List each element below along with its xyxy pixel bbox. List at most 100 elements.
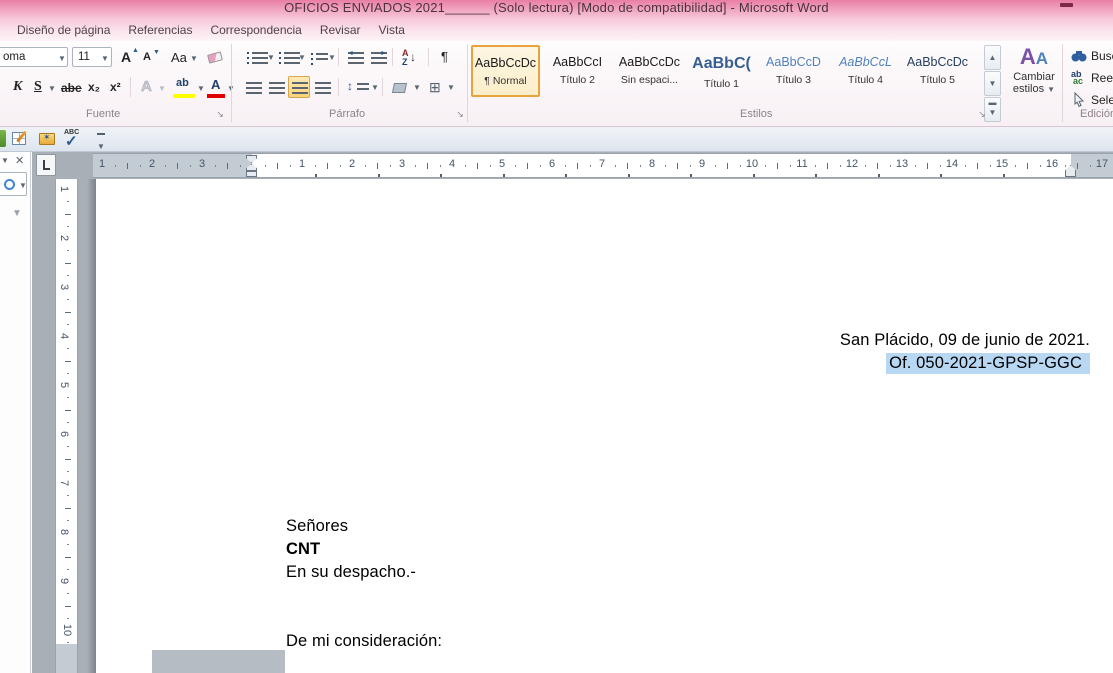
style-name: Título 5 xyxy=(904,74,971,86)
justify-button[interactable] xyxy=(311,76,333,98)
recipient-line-3: En su despacho.- xyxy=(286,561,416,584)
highlight-color-button[interactable]: ab xyxy=(172,75,196,99)
font-name-combobox[interactable]: oma ▼ xyxy=(0,47,68,67)
shading-button[interactable] xyxy=(388,76,412,98)
minimize-button[interactable] xyxy=(1060,3,1073,7)
style-name: Sin espaci... xyxy=(616,74,683,86)
ruler-tick xyxy=(677,163,678,169)
ruler-dot xyxy=(490,165,491,167)
style-item-sin-espaci-[interactable]: AaBbCcDcSin espaci... xyxy=(615,45,684,97)
subscript-button[interactable]: x₂ xyxy=(84,75,106,99)
font-dialog-launcher[interactable]: ↘ xyxy=(214,108,226,120)
styles-scroll-up-button[interactable]: ▲ xyxy=(984,45,1001,70)
vertical-ruler-tick xyxy=(65,263,71,264)
highlight-color-swatch xyxy=(173,94,195,98)
spelling-button[interactable]: ABC ✓ xyxy=(62,129,84,149)
paragraph-dialog-launcher[interactable]: ↘ xyxy=(454,108,466,120)
borders-button[interactable]: ⊞ xyxy=(424,76,446,98)
bullet-list-button[interactable] xyxy=(244,46,266,68)
clear-formatting-button[interactable] xyxy=(204,46,226,68)
replace-button[interactable]: ab ac Reemplazar xyxy=(1068,67,1113,87)
left-pane: ▼ ✕ ▼ ▼ xyxy=(0,152,31,673)
line-spacing-arrows-icon: ↕ xyxy=(347,79,353,93)
find-button[interactable]: Buscar xyxy=(1068,45,1113,65)
styles-scroll-down-button[interactable]: ▼ xyxy=(984,71,1001,96)
style-item-t-tulo-5[interactable]: AaBbCcDcTítulo 5 xyxy=(903,45,972,97)
vertical-ruler[interactable]: 12345678910 xyxy=(55,179,78,657)
align-center-icon xyxy=(269,82,285,94)
ribbon-tab-referencias[interactable]: Referencias xyxy=(119,21,201,39)
underline-button[interactable]: S xyxy=(29,75,47,99)
chevron-down-icon[interactable]: ▼ xyxy=(328,53,336,62)
bullet-list-icon xyxy=(252,52,268,64)
change-styles-button[interactable]: AA Cambiar estilos ▼ xyxy=(1008,43,1060,105)
chevron-down-icon[interactable]: ▼ xyxy=(371,83,379,92)
ribbon-tab-dise-o-de-p-gina[interactable]: Diseño de página xyxy=(8,21,119,39)
pane-close-icon[interactable]: ✕ xyxy=(15,154,24,167)
line-spacing-button[interactable]: ↕ xyxy=(344,76,370,98)
font-size-combobox[interactable]: 11 ▼ xyxy=(72,47,112,67)
change-case-button[interactable]: Aa ▼ xyxy=(167,46,198,68)
style-item-t-tulo-3[interactable]: AaBbCcDTítulo 3 xyxy=(759,45,828,97)
toolbar-options-button[interactable]: ▼ xyxy=(94,131,108,147)
chevron-down-icon[interactable]: ▼ xyxy=(58,54,66,63)
italic-button[interactable]: K xyxy=(8,75,26,99)
shrink-font-button[interactable]: A ▼ xyxy=(139,46,160,68)
ribbon-tab-vista[interactable]: Vista xyxy=(370,21,414,39)
pane-search-combobox[interactable]: ▼ xyxy=(0,172,27,196)
left-indent-marker[interactable] xyxy=(246,171,257,177)
chevron-down-icon[interactable]: ▼ xyxy=(48,84,56,93)
vertical-ruler-dot xyxy=(67,520,69,521)
divider xyxy=(130,77,131,97)
chevron-down-icon[interactable]: ▼ xyxy=(267,53,275,62)
superscript-button[interactable]: x² xyxy=(106,75,128,99)
ribbon-tab-correspondencia[interactable]: Correspondencia xyxy=(201,21,310,39)
chevron-down-icon[interactable]: ▼ xyxy=(447,83,455,92)
style-item--normal[interactable]: AaBbCcDc¶ Normal xyxy=(471,45,540,97)
chevron-down-icon[interactable]: ▼ xyxy=(413,83,421,92)
selected-text[interactable]: Of. 050-2021-GPSP-GGC xyxy=(886,353,1090,374)
default-tab-stop-mark xyxy=(940,174,942,177)
chevron-down-icon[interactable]: ▼ xyxy=(158,84,166,93)
pane-collapse-chevron-icon[interactable]: ▼ xyxy=(12,208,22,219)
align-left-button[interactable] xyxy=(242,76,264,98)
change-styles-label-1: Cambiar xyxy=(1009,71,1059,83)
pane-menu-chevron-icon[interactable]: ▼ xyxy=(1,156,9,165)
font-color-button[interactable]: A xyxy=(206,75,226,99)
grow-font-button[interactable]: A ▲ xyxy=(117,46,138,68)
ruler-dot xyxy=(290,165,291,167)
folder-button[interactable]: ✶ xyxy=(38,130,58,148)
show-hide-pilcrow-button[interactable]: ¶ xyxy=(435,46,455,68)
increase-indent-button[interactable]: ► xyxy=(367,46,388,68)
right-arrow-icon: ► xyxy=(380,50,387,57)
sort-button[interactable]: A Z ↓ xyxy=(398,46,422,68)
align-center-button[interactable] xyxy=(265,76,287,98)
select-button[interactable]: Seleccionar xyxy=(1068,89,1113,109)
styles-dialog-launcher[interactable]: ↘ xyxy=(976,108,988,120)
chevron-down-icon: ▼ xyxy=(97,142,105,151)
superscript-glyph: x² xyxy=(110,80,121,94)
ribbon-tab-revisar[interactable]: Revisar xyxy=(311,21,370,39)
table-edit-button[interactable] xyxy=(12,130,32,148)
chevron-down-icon[interactable]: ▼ xyxy=(197,84,205,93)
style-item-t-tulo-2[interactable]: AaBbCcITítulo 2 xyxy=(543,45,612,97)
ruler-dot xyxy=(865,165,866,167)
ruler-dot xyxy=(165,165,166,167)
ruler-dot xyxy=(1090,165,1091,167)
ruler-number: 2 xyxy=(349,158,355,170)
document-page[interactable]: San Plácido, 09 de junio de 2021. Of. 05… xyxy=(95,179,1113,673)
chevron-down-icon[interactable]: ▼ xyxy=(101,54,109,63)
numbered-list-button[interactable] xyxy=(276,46,298,68)
multilevel-list-button[interactable] xyxy=(306,46,330,68)
decrease-indent-button[interactable]: ◄ xyxy=(344,46,365,68)
style-item-t-tulo-4[interactable]: AaBbCcLTítulo 4 xyxy=(831,45,900,97)
horizontal-ruler[interactable]: 1231234567891011121314151617 xyxy=(93,153,1113,178)
style-item-t-tulo-1[interactable]: AaBbC(Título 1 xyxy=(687,45,756,97)
tab-stop-selector[interactable] xyxy=(36,154,56,176)
chevron-down-icon[interactable]: ▼ xyxy=(298,53,306,62)
addin-icon-partial[interactable] xyxy=(0,130,6,147)
chevron-down-icon[interactable]: ▼ xyxy=(19,181,27,190)
align-right-button[interactable] xyxy=(288,76,310,98)
strikethrough-button[interactable]: abe xyxy=(58,75,84,99)
text-effects-button[interactable]: A xyxy=(136,75,158,99)
